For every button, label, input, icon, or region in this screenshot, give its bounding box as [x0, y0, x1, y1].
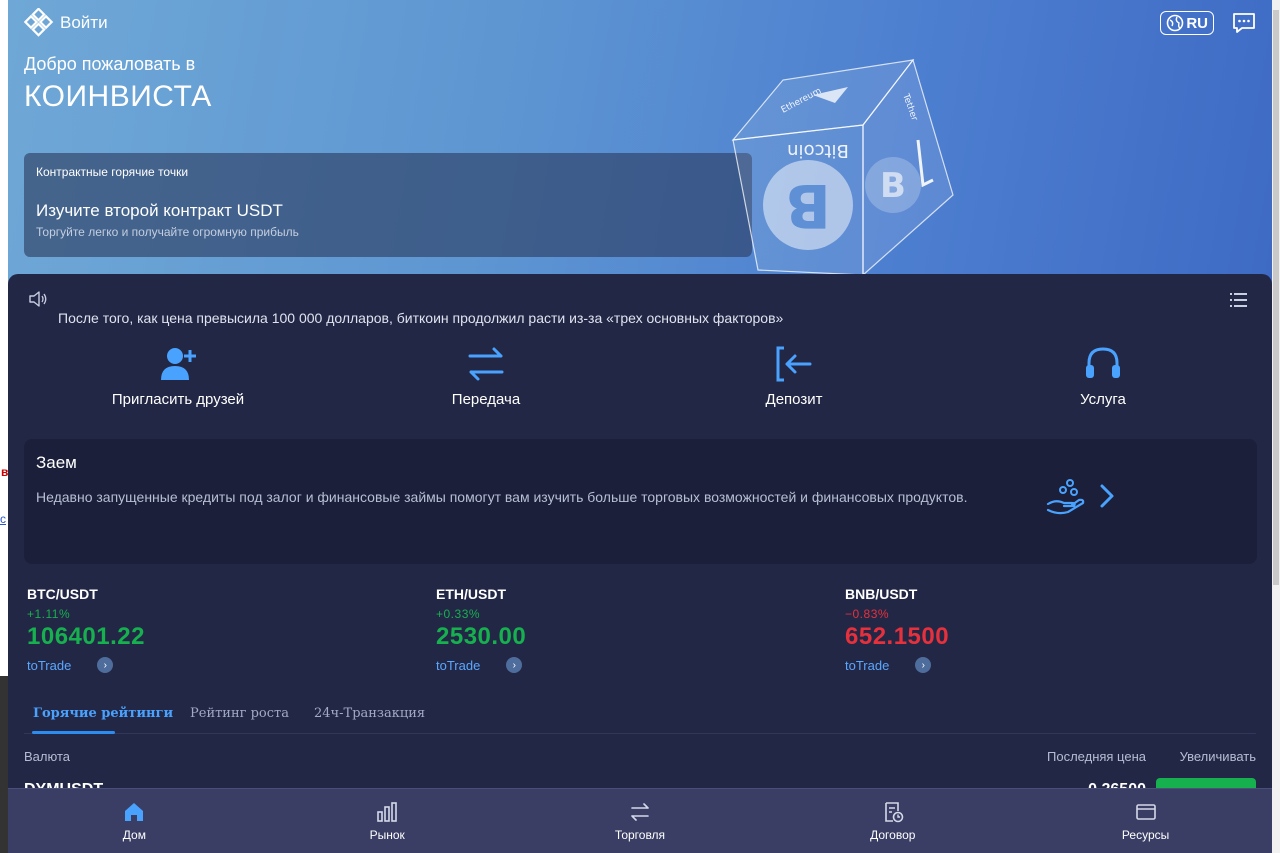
table-header: Валюта Последняя цена Увеличивать — [24, 749, 1256, 767]
quick-action-transfer[interactable]: Передача — [386, 344, 586, 408]
promo-subtitle: Торгуйте легко и получайте огромную приб… — [36, 225, 299, 239]
ticker-btc[interactable]: BTC/USDT +1.11% 106401.22 toTrade › — [27, 586, 427, 673]
brand-title: КОИНВИСТА — [24, 80, 212, 113]
transfer-arrows-icon — [468, 347, 504, 381]
nav-trade[interactable]: Торговля — [514, 789, 767, 853]
diamond-logo-icon — [24, 8, 54, 37]
headset-icon — [1086, 347, 1120, 378]
speaker-icon — [29, 291, 47, 307]
scrollbar[interactable] — [1272, 0, 1280, 853]
to-trade-link[interactable]: toTrade › — [845, 657, 1245, 673]
ticker-price: 2530.00 — [436, 623, 527, 650]
ticker-change: +0.33% — [436, 607, 481, 621]
arrow-right-circle-icon[interactable]: › — [506, 657, 523, 673]
ticker-pair: ETH/USDT — [436, 586, 506, 602]
invite-user-icon — [161, 348, 196, 380]
col-currency: Валюта — [24, 749, 70, 764]
nav-label: Ресурсы — [1121, 828, 1170, 842]
quick-action-invite[interactable]: Пригласить друзей — [78, 344, 278, 408]
coin-hand-icon — [1046, 479, 1085, 515]
ticker-change: −0.83% — [845, 607, 890, 621]
hero-banner: Войти RU Добро пожаловать в КОИНВИСТА Ко… — [8, 0, 1272, 300]
to-trade-link[interactable]: toTrade › — [27, 657, 427, 673]
contract-icon — [884, 802, 904, 823]
deposit-icon — [776, 346, 812, 382]
active-tab-indicator — [32, 731, 115, 734]
arrow-right-circle-icon[interactable]: › — [915, 657, 932, 673]
app-window: Войти RU Добро пожаловать в КОИНВИСТА Ко… — [8, 0, 1272, 853]
language-label: RU — [1186, 14, 1208, 32]
chat-icon[interactable] — [1232, 11, 1256, 35]
to-trade-label: toTrade — [845, 657, 890, 673]
top-bar: Войти RU — [24, 8, 1256, 38]
svg-text:B: B — [785, 170, 831, 240]
home-icon — [125, 803, 144, 821]
chevron-right-icon[interactable] — [1098, 483, 1116, 509]
ticker-change: +1.11% — [27, 607, 71, 621]
nav-label: Торговля — [614, 828, 666, 842]
quick-action-label: Передача — [451, 391, 521, 408]
login-label: Войти — [60, 13, 108, 32]
globe-icon — [1167, 14, 1184, 32]
quick-action-label: Депозит — [765, 391, 823, 408]
arrow-right-circle-icon[interactable]: › — [97, 657, 114, 673]
language-button[interactable]: RU — [1160, 11, 1214, 35]
promo-caption: Контрактные горячие точки — [36, 165, 189, 179]
nav-resources[interactable]: Ресурсы — [1019, 789, 1272, 853]
crypto-cube-illustration: B B Bitcoin Ethereum Tether — [731, 58, 954, 277]
nav-contract[interactable]: Договор — [766, 789, 1019, 853]
quick-action-service[interactable]: Услуга — [1003, 344, 1203, 408]
col-increase: Увеличивать — [1179, 749, 1256, 764]
loan-card[interactable]: Заем Недавно запущенные кредиты под зало… — [24, 439, 1257, 564]
login-button[interactable]: Войти — [24, 8, 108, 38]
to-trade-label: toTrade — [27, 657, 72, 673]
ticker-eth[interactable]: ETH/USDT +0.33% 2530.00 toTrade › — [436, 586, 836, 673]
tab-hot-ratings[interactable]: Горячие рейтинги — [33, 706, 173, 721]
news-list-icon[interactable] — [1230, 292, 1248, 308]
quick-action-label: Пригласить друзей — [111, 391, 245, 408]
to-trade-label: toTrade — [436, 657, 481, 673]
cube-label-bitcoin: Bitcoin — [787, 140, 849, 161]
nav-label: Договор — [870, 828, 916, 842]
svg-text:B: B — [880, 166, 906, 206]
ticker-bnb[interactable]: BNB/USDT −0.83% 652.1500 toTrade › — [845, 586, 1245, 673]
edge-fragment: с — [0, 512, 6, 526]
ticker-price: 106401.22 — [27, 623, 145, 650]
edge-strip — [0, 676, 8, 853]
tab-growth-rating[interactable]: Рейтинг роста — [190, 706, 289, 721]
promo-card[interactable]: Контрактные горячие точки Изучите второй… — [24, 153, 752, 257]
ranking-tabs: Горячие рейтинги Рейтинг роста 24ч-Транз… — [24, 706, 1256, 734]
market-bars-icon — [377, 802, 397, 822]
bottom-nav: Дом Рынок Торговля Договор Ресурсы — [8, 788, 1272, 853]
tab-24h-transaction[interactable]: 24ч-Транзакция — [314, 706, 425, 721]
trade-arrows-icon — [631, 803, 649, 821]
left-window-edge: в с — [0, 0, 8, 853]
main-panel: После того, как цена превысила 100 000 д… — [8, 274, 1272, 853]
nav-label: Рынок — [369, 828, 405, 842]
ticker-pair: BNB/USDT — [845, 586, 918, 602]
news-headline[interactable]: После того, как цена превысила 100 000 д… — [58, 310, 783, 326]
ticker-pair: BTC/USDT — [27, 586, 98, 602]
loan-title: Заем — [36, 453, 77, 472]
welcome-text: Добро пожаловать в — [24, 54, 196, 74]
quick-action-label: Услуга — [1080, 391, 1126, 408]
ticker-price: 652.1500 — [845, 623, 950, 650]
wallet-icon — [1135, 804, 1156, 820]
promo-title: Изучите второй контракт USDT — [36, 201, 283, 220]
col-last-price: Последняя цена — [1047, 749, 1146, 764]
news-bar — [28, 290, 1252, 310]
quick-action-deposit[interactable]: Депозит — [694, 344, 894, 408]
to-trade-link[interactable]: toTrade › — [436, 657, 836, 673]
scrollbar-thumb[interactable] — [1273, 10, 1279, 585]
nav-home[interactable]: Дом — [8, 789, 261, 853]
nav-market[interactable]: Рынок — [261, 789, 514, 853]
nav-label: Дом — [122, 828, 146, 842]
